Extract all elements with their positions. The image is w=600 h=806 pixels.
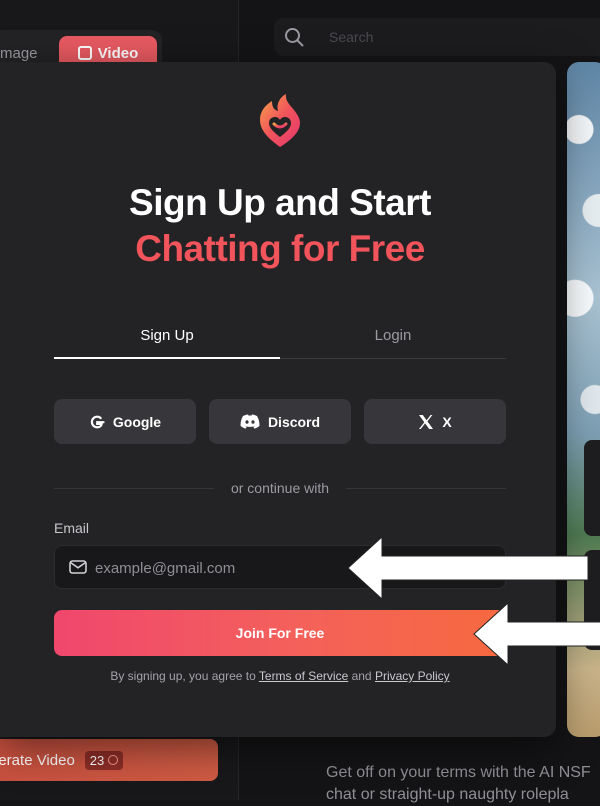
terms-and: and: [348, 669, 375, 683]
background-tab-video-label: Video: [97, 44, 139, 62]
annotation-arrow-icon: [473, 601, 600, 667]
divider-line: [346, 488, 506, 489]
tagline-line-1: Get off on your terms with the AI NSF: [326, 764, 591, 781]
video-icon: [77, 46, 92, 60]
background-search-box[interactable]: [274, 18, 600, 56]
tab-active-indicator: [54, 357, 280, 359]
google-label: Google: [112, 413, 162, 430]
credit-count: 23: [89, 752, 105, 768]
credit-count-badge: 23: [84, 750, 124, 770]
tagline-line-2: chat or straight-up naughty rolepla: [326, 786, 569, 803]
divider-line: [54, 488, 214, 489]
tab-login[interactable]: Login: [280, 327, 506, 359]
background-generate-video-button[interactable]: nerate Video 23: [0, 739, 218, 781]
coin-icon: [108, 755, 119, 765]
x-label: X: [442, 413, 452, 430]
google-icon: [90, 415, 105, 428]
email-label: Email: [54, 520, 90, 536]
annotation-arrow-icon: [347, 535, 589, 601]
background-tagline: Get off on your terms with the AI NSF ch…: [326, 762, 600, 806]
modal-title-line-2: Chatting for Free: [135, 228, 425, 269]
terms-notice: By signing up, you agree to Terms of Ser…: [0, 669, 560, 683]
background-card: [584, 440, 600, 536]
google-signin-button[interactable]: Google: [54, 399, 196, 444]
background-search-placeholder: Search: [329, 29, 374, 45]
mail-icon: [69, 560, 87, 574]
background-tab-image[interactable]: mage: [0, 45, 38, 62]
x-signin-button[interactable]: X: [364, 399, 506, 444]
divider-text: or continue with: [230, 480, 330, 496]
modal-title-line-1: Sign Up and Start: [129, 182, 431, 223]
flame-heart-logo-icon: [260, 94, 300, 147]
generate-video-label: nerate Video: [0, 751, 75, 769]
privacy-policy-link[interactable]: Privacy Policy: [375, 669, 450, 683]
terms-prefix: By signing up, you agree to: [110, 669, 259, 683]
search-icon: [285, 28, 304, 47]
discord-label: Discord: [267, 413, 321, 430]
tab-sign-up[interactable]: Sign Up: [54, 327, 280, 359]
discord-icon: [240, 414, 260, 429]
terms-of-service-link[interactable]: Terms of Service: [259, 669, 348, 683]
discord-signin-button[interactable]: Discord: [209, 399, 351, 444]
join-for-free-button[interactable]: Join For Free: [54, 610, 506, 656]
x-icon: [419, 414, 434, 429]
